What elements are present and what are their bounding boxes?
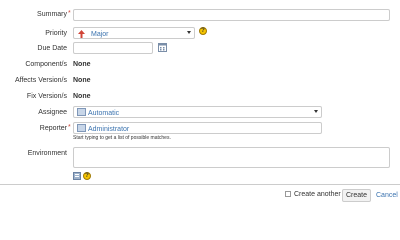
components-value: None xyxy=(73,61,91,68)
reporter-value: Administrator xyxy=(88,126,130,133)
wiki-markup-icon[interactable] xyxy=(73,172,81,180)
reporter-label: Reporter xyxy=(39,125,67,132)
question-mark-icon[interactable]: ? xyxy=(199,27,207,35)
reporter-hint: Start typing to get a list of possible m… xyxy=(73,135,171,141)
assignee-select[interactable]: Automatic xyxy=(73,106,322,118)
create-another-checkbox[interactable] xyxy=(285,191,291,197)
affects-versions-label: Affects Version/s xyxy=(14,77,67,84)
chevron-down-icon xyxy=(314,110,318,113)
summary-input[interactable] xyxy=(73,9,390,21)
create-button[interactable]: Create xyxy=(342,189,371,202)
question-mark-icon[interactable]: ? xyxy=(83,172,91,180)
priority-major-arrow-icon xyxy=(78,30,85,38)
affects-versions-value: None xyxy=(73,77,91,84)
create-issue-form: Summary * Priority Major ? Due Date Comp… xyxy=(0,0,400,184)
priority-label: Priority xyxy=(45,30,67,37)
chevron-down-icon xyxy=(187,31,191,34)
environment-label: Environment xyxy=(27,150,67,157)
dialog-footer: Create another Create Cancel xyxy=(0,184,400,204)
user-avatar-icon xyxy=(77,124,86,132)
assignee-value: Automatic xyxy=(88,110,120,117)
reporter-input[interactable]: Administrator xyxy=(73,122,322,134)
due-date-label: Due Date xyxy=(37,45,67,52)
priority-value: Major xyxy=(91,31,109,38)
user-avatar-icon xyxy=(77,108,86,116)
fix-versions-label: Fix Version/s xyxy=(26,93,67,100)
fix-versions-value: None xyxy=(73,93,91,100)
calendar-icon[interactable] xyxy=(158,43,167,52)
components-label: Component/s xyxy=(25,61,67,68)
summary-required-marker: * xyxy=(68,10,71,17)
reporter-required-marker: * xyxy=(68,124,71,131)
cancel-link[interactable]: Cancel xyxy=(376,191,398,200)
summary-label: Summary xyxy=(37,11,67,18)
due-date-input[interactable] xyxy=(73,42,153,54)
priority-select[interactable]: Major xyxy=(73,27,195,39)
create-another-label[interactable]: Create another xyxy=(294,190,341,199)
environment-textarea[interactable] xyxy=(73,147,390,168)
assignee-label: Assignee xyxy=(38,109,67,116)
